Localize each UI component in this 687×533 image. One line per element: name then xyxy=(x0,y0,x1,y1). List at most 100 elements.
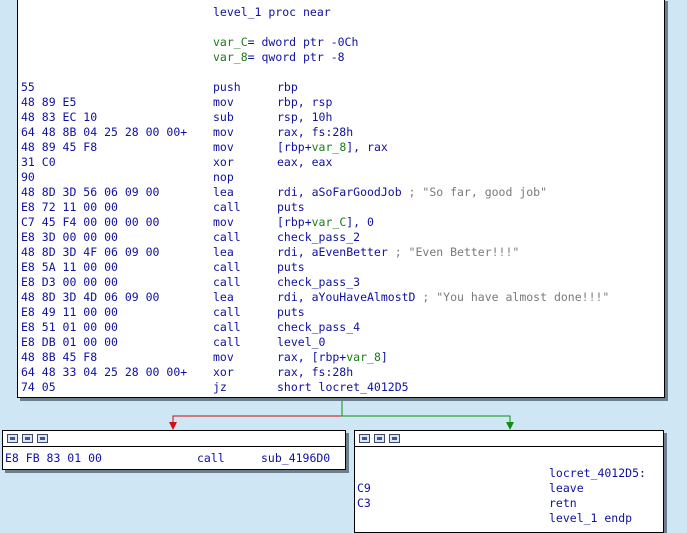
locret-block[interactable]: locret_4012D5: C9 leave C3 retn level_1 endp xyxy=(354,430,664,533)
instruction-mnemonic[interactable]: leave xyxy=(549,481,584,496)
operand-text: puts xyxy=(277,200,305,214)
instruction-operands[interactable]: check_pass_4 xyxy=(277,320,360,335)
instruction-operands[interactable]: puts xyxy=(277,305,305,320)
instruction-bytes: 74 05 xyxy=(21,380,56,394)
instruction-bytes: E8 72 11 00 00 xyxy=(21,200,118,214)
instruction-operands[interactable]: short locret_4012D5 xyxy=(277,380,409,395)
block-header-icons xyxy=(359,434,400,446)
overview-icon[interactable] xyxy=(389,434,400,443)
instruction-mnemonic[interactable]: lea xyxy=(213,185,234,200)
instruction-mnemonic[interactable]: call xyxy=(213,200,241,215)
instruction-mnemonic[interactable]: sub xyxy=(213,110,234,125)
variable-ref: var_C xyxy=(311,215,347,229)
instruction-mnemonic[interactable]: call xyxy=(213,320,241,335)
main-code-block[interactable]: level_1 proc near var_C = dword ptr -0Ch va… xyxy=(17,0,665,398)
instruction-operands[interactable]: level_0 xyxy=(277,335,325,350)
operand-text: [rbp+ xyxy=(277,140,312,154)
instruction-bytes: 48 89 E5 xyxy=(21,95,77,109)
false-branch-arrow xyxy=(169,422,177,430)
operand-text: check_pass_2 xyxy=(277,230,361,244)
instruction-operands[interactable]: rdi, aYouHaveAlmostD ; "You have almost … xyxy=(277,290,609,305)
instruction-bytes: 48 83 EC 10 xyxy=(21,110,98,124)
operand-text: rbp, rsp xyxy=(277,95,333,109)
instruction-mnemonic[interactable]: call xyxy=(213,230,241,245)
instruction-operands[interactable]: [rbp+var_8], rax xyxy=(277,140,388,155)
instruction-bytes: 90 xyxy=(21,170,35,184)
instruction-operands[interactable]: rdi, aEvenBetter ; "Even Better!!!" xyxy=(277,245,519,260)
instruction-bytes: 48 89 45 F8 xyxy=(21,140,98,154)
instruction-mnemonic[interactable]: call xyxy=(197,451,225,466)
instruction-mnemonic[interactable]: level_1 endp xyxy=(549,511,632,526)
instruction-mnemonic[interactable]: xor xyxy=(213,365,234,380)
instruction-mnemonic[interactable]: retn xyxy=(549,496,577,511)
operand-text: rax, [rbp+ xyxy=(277,350,347,364)
instruction-operands[interactable]: rbp xyxy=(277,80,298,95)
instruction-mnemonic[interactable]: mov xyxy=(213,95,234,110)
instruction-mnemonic[interactable]: call xyxy=(213,305,241,320)
instruction-mnemonic[interactable]: call xyxy=(213,275,241,290)
instruction-bytes: E8 DB 01 00 00 xyxy=(21,335,118,349)
instruction-operands[interactable]: rax, fs:28h xyxy=(277,125,353,140)
instruction-bytes: E8 5A 11 00 00 xyxy=(21,260,118,274)
instruction-operands[interactable]: rsp, 10h xyxy=(277,110,332,125)
call-sub-block[interactable]: E8 FB 83 01 00 call sub_4196D0 xyxy=(2,430,346,470)
graph-icon[interactable] xyxy=(7,434,18,443)
true-branch-arrow xyxy=(506,422,514,430)
operand-text: sub_4196D0 xyxy=(261,451,331,465)
instruction-bytes: 64 48 33 04 25 28 00 00+ xyxy=(21,365,188,379)
instruction-mnemonic[interactable]: mov xyxy=(213,350,234,365)
operand-text: rdi, aSoFarGoodJob xyxy=(277,185,402,199)
instruction-operands[interactable]: check_pass_2 xyxy=(277,230,360,245)
instruction-mnemonic[interactable]: lea xyxy=(213,290,234,305)
var-declaration: var_8= qword ptr -8 xyxy=(213,50,345,65)
instruction-operands[interactable]: puts xyxy=(277,260,305,275)
operand-text: check_pass_4 xyxy=(277,320,361,334)
instruction-mnemonic[interactable]: call xyxy=(213,260,241,275)
instruction-mnemonic[interactable]: call xyxy=(213,335,241,350)
instruction-operands[interactable]: [rbp+var_C], 0 xyxy=(277,215,374,230)
flow-icon[interactable] xyxy=(22,434,33,443)
instruction-mnemonic[interactable]: lea xyxy=(213,245,234,260)
instruction-bytes: 64 48 8B 04 25 28 00 00+ xyxy=(21,125,188,139)
operand-text: [rbp+ xyxy=(277,215,312,229)
operand-text: rdi, aEvenBetter xyxy=(277,245,388,259)
instruction-bytes: C9 xyxy=(357,481,371,495)
instruction-operands[interactable]: sub_4196D0 xyxy=(261,451,330,466)
instruction-operands[interactable]: puts xyxy=(277,200,305,215)
flow-icon[interactable] xyxy=(374,434,385,443)
instruction-bytes: 48 8D 3D 56 06 09 00 xyxy=(21,185,160,199)
locret-label: locret_4012D5: xyxy=(549,466,646,480)
true-branch-edge xyxy=(341,398,511,428)
instruction-operands[interactable]: rdi, aSoFarGoodJob ; "So far, good job" xyxy=(277,185,547,200)
operand-text: = dword ptr -0Ch xyxy=(247,35,359,49)
operand-text: rsp, 10h xyxy=(277,110,333,124)
instruction-mnemonic[interactable]: jz xyxy=(213,380,227,395)
comment-text: ; "So far, good job" xyxy=(401,185,548,199)
operand-text: ] xyxy=(380,350,388,364)
instruction-operands[interactable]: rbp, rsp xyxy=(277,95,332,110)
instruction-operands[interactable]: check_pass_3 xyxy=(277,275,360,290)
instruction-operands[interactable]: rax, [rbp+var_8] xyxy=(277,350,388,365)
comment-text: ; "You have almost done!!!" xyxy=(415,290,610,304)
instruction-bytes: E8 FB 83 01 00 xyxy=(5,451,102,465)
operand-text: rbp xyxy=(277,80,298,94)
operand-text: puts xyxy=(277,305,305,319)
instruction-mnemonic[interactable]: mov xyxy=(213,215,234,230)
graph-icon[interactable] xyxy=(359,434,370,443)
instruction-operands[interactable]: rax, fs:28h xyxy=(277,365,353,380)
instruction-mnemonic[interactable]: push xyxy=(213,80,241,95)
proc-header: level_1 proc near xyxy=(213,5,331,19)
false-branch-edge xyxy=(172,398,343,428)
instruction-bytes: E8 D3 00 00 00 xyxy=(21,275,118,289)
operand-text: rdi, aYouHaveAlmostD xyxy=(277,290,416,304)
instruction-mnemonic[interactable]: mov xyxy=(213,125,234,140)
operand-text: ], rax xyxy=(346,140,388,154)
instruction-mnemonic[interactable]: nop xyxy=(213,170,234,185)
comment-text: ; "Even Better!!!" xyxy=(387,245,520,259)
instruction-operands[interactable]: eax, eax xyxy=(277,155,332,170)
overview-icon[interactable] xyxy=(37,434,48,443)
operand-text: puts xyxy=(277,260,305,274)
instruction-mnemonic[interactable]: mov xyxy=(213,140,234,155)
instruction-bytes: 55 xyxy=(21,80,35,94)
instruction-mnemonic[interactable]: xor xyxy=(213,155,234,170)
